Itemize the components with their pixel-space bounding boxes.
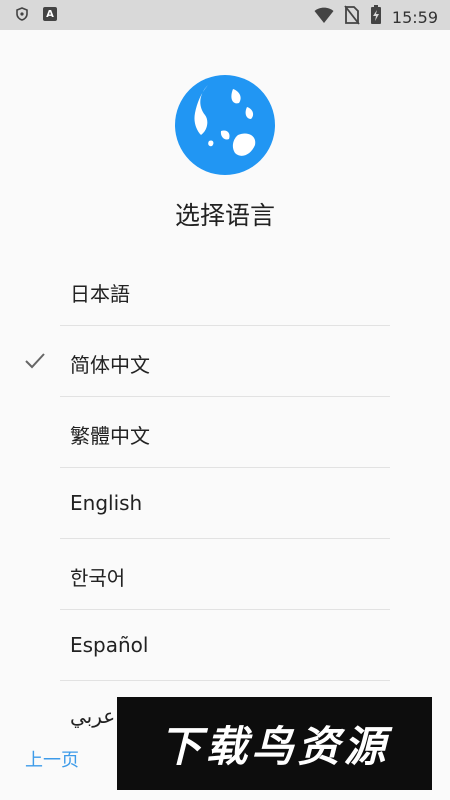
language-list: 日本語 简体中文 繁體中文 English 한국어 Español عربي	[0, 255, 450, 752]
watermark: 下载鸟资源	[117, 697, 432, 790]
language-item-korean[interactable]: 한국어	[0, 539, 450, 610]
checkmark-icon	[24, 350, 46, 372]
no-sim-icon	[344, 5, 360, 29]
status-time: 15:59	[391, 7, 438, 27]
language-item-spanish[interactable]: Español	[0, 610, 450, 681]
watermark-text: 下载鸟资源	[159, 722, 390, 771]
language-label: عربي	[70, 704, 116, 728]
a-icon: A	[43, 7, 57, 21]
globe-icon	[175, 75, 275, 175]
status-bar: A 15:59	[0, 0, 450, 30]
language-item-english[interactable]: English	[0, 468, 450, 539]
page-title: 选择语言	[174, 201, 275, 230]
language-label: 한국어	[70, 566, 126, 590]
language-label: 繁體中文	[70, 424, 150, 448]
wifi-icon	[314, 6, 334, 28]
shield-icon	[15, 7, 29, 21]
language-label: Español	[70, 633, 149, 657]
language-item-traditional-chinese[interactable]: 繁體中文	[0, 397, 450, 468]
status-right-icons: 15:59	[314, 5, 438, 29]
language-label: 简体中文	[70, 353, 150, 377]
status-left-icons: A	[15, 7, 57, 21]
language-item-japanese[interactable]: 日本語	[0, 255, 450, 326]
prev-page-button[interactable]: 上一页	[25, 746, 79, 772]
language-label: English	[70, 491, 143, 515]
battery-charging-icon	[370, 5, 382, 29]
language-item-simplified-chinese[interactable]: 简体中文	[0, 326, 450, 397]
language-label: 日本語	[70, 282, 130, 306]
